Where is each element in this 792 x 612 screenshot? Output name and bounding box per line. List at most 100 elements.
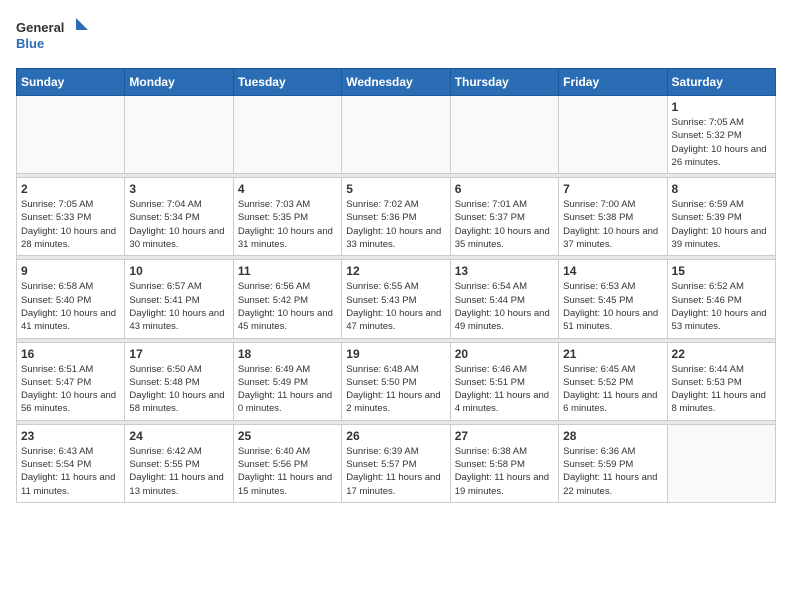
day-info: Sunrise: 7:05 AM Sunset: 5:33 PM Dayligh…	[21, 198, 120, 251]
day-header-sunday: Sunday	[17, 69, 125, 96]
day-number: 25	[238, 429, 337, 443]
day-info: Sunrise: 6:49 AM Sunset: 5:49 PM Dayligh…	[238, 363, 337, 416]
calendar-day	[342, 96, 450, 174]
calendar-day: 14 Sunrise: 6:53 AM Sunset: 5:45 PM Dayli…	[559, 260, 667, 338]
day-number: 13	[455, 264, 554, 278]
calendar-day	[125, 96, 233, 174]
page-header: General Blue	[16, 16, 776, 56]
day-header-wednesday: Wednesday	[342, 69, 450, 96]
calendar-day: 8 Sunrise: 6:59 AM Sunset: 5:39 PM Daylig…	[667, 178, 775, 256]
day-info: Sunrise: 6:48 AM Sunset: 5:50 PM Dayligh…	[346, 363, 445, 416]
day-info: Sunrise: 6:43 AM Sunset: 5:54 PM Dayligh…	[21, 445, 120, 498]
day-info: Sunrise: 7:02 AM Sunset: 5:36 PM Dayligh…	[346, 198, 445, 251]
calendar-day: 11 Sunrise: 6:56 AM Sunset: 5:42 PM Dayli…	[233, 260, 341, 338]
calendar-week-row: 9Sunrise: 6:58 AM Sunset: 5:40 PM Daylig…	[17, 260, 776, 338]
day-info: Sunrise: 6:39 AM Sunset: 5:57 PM Dayligh…	[346, 445, 445, 498]
calendar-day: 17 Sunrise: 6:50 AM Sunset: 5:48 PM Dayli…	[125, 342, 233, 420]
day-info: Sunrise: 6:55 AM Sunset: 5:43 PM Dayligh…	[346, 280, 445, 333]
day-info: Sunrise: 7:03 AM Sunset: 5:35 PM Dayligh…	[238, 198, 337, 251]
day-number: 7	[563, 182, 662, 196]
day-header-monday: Monday	[125, 69, 233, 96]
day-number: 1	[672, 100, 771, 114]
calendar-header-row: SundayMondayTuesdayWednesdayThursdayFrid…	[17, 69, 776, 96]
calendar-day: 26 Sunrise: 6:39 AM Sunset: 5:57 PM Dayli…	[342, 424, 450, 502]
calendar-day: 23 Sunrise: 6:43 AM Sunset: 5:54 PM Dayli…	[17, 424, 125, 502]
calendar-week-row: 2 Sunrise: 7:05 AM Sunset: 5:33 PM Daylig…	[17, 178, 776, 256]
svg-text:Blue: Blue	[16, 36, 44, 51]
logo-svg: General Blue	[16, 16, 96, 56]
calendar-day: 15 Sunrise: 6:52 AM Sunset: 5:46 PM Dayli…	[667, 260, 775, 338]
calendar-day: 4 Sunrise: 7:03 AM Sunset: 5:35 PM Daylig…	[233, 178, 341, 256]
day-info: Sunrise: 6:51 AM Sunset: 5:47 PM Dayligh…	[21, 363, 120, 416]
calendar-day: 13 Sunrise: 6:54 AM Sunset: 5:44 PM Dayli…	[450, 260, 558, 338]
day-header-friday: Friday	[559, 69, 667, 96]
calendar-day: 5 Sunrise: 7:02 AM Sunset: 5:36 PM Daylig…	[342, 178, 450, 256]
day-number: 2	[21, 182, 120, 196]
calendar-day	[233, 96, 341, 174]
day-number: 9	[21, 264, 120, 278]
day-number: 20	[455, 347, 554, 361]
day-info: Sunrise: 7:05 AM Sunset: 5:32 PM Dayligh…	[672, 116, 771, 169]
day-number: 15	[672, 264, 771, 278]
day-number: 4	[238, 182, 337, 196]
calendar-day: 7 Sunrise: 7:00 AM Sunset: 5:38 PM Daylig…	[559, 178, 667, 256]
calendar-day: 12 Sunrise: 6:55 AM Sunset: 5:43 PM Dayli…	[342, 260, 450, 338]
day-number: 5	[346, 182, 445, 196]
calendar-day: 18 Sunrise: 6:49 AM Sunset: 5:49 PM Dayli…	[233, 342, 341, 420]
day-info: Sunrise: 6:50 AM Sunset: 5:48 PM Dayligh…	[129, 363, 228, 416]
day-info: Sunrise: 6:53 AM Sunset: 5:45 PM Dayligh…	[563, 280, 662, 333]
day-number: 14	[563, 264, 662, 278]
day-number: 28	[563, 429, 662, 443]
calendar-day: 21 Sunrise: 6:45 AM Sunset: 5:52 PM Dayli…	[559, 342, 667, 420]
day-info: Sunrise: 6:59 AM Sunset: 5:39 PM Dayligh…	[672, 198, 771, 251]
day-number: 12	[346, 264, 445, 278]
calendar-day: 27 Sunrise: 6:38 AM Sunset: 5:58 PM Dayli…	[450, 424, 558, 502]
day-number: 22	[672, 347, 771, 361]
calendar-day: 6 Sunrise: 7:01 AM Sunset: 5:37 PM Daylig…	[450, 178, 558, 256]
calendar-day	[559, 96, 667, 174]
day-info: Sunrise: 6:54 AM Sunset: 5:44 PM Dayligh…	[455, 280, 554, 333]
day-header-thursday: Thursday	[450, 69, 558, 96]
day-number: 17	[129, 347, 228, 361]
day-info: Sunrise: 6:40 AM Sunset: 5:56 PM Dayligh…	[238, 445, 337, 498]
calendar-day: 2 Sunrise: 7:05 AM Sunset: 5:33 PM Daylig…	[17, 178, 125, 256]
calendar-day: 16 Sunrise: 6:51 AM Sunset: 5:47 PM Dayli…	[17, 342, 125, 420]
day-number: 10	[129, 264, 228, 278]
day-header-tuesday: Tuesday	[233, 69, 341, 96]
day-number: 6	[455, 182, 554, 196]
day-number: 27	[455, 429, 554, 443]
day-info: Sunrise: 6:52 AM Sunset: 5:46 PM Dayligh…	[672, 280, 771, 333]
day-header-saturday: Saturday	[667, 69, 775, 96]
calendar-day	[667, 424, 775, 502]
day-info: Sunrise: 7:04 AM Sunset: 5:34 PM Dayligh…	[129, 198, 228, 251]
calendar-day: 9Sunrise: 6:58 AM Sunset: 5:40 PM Daylig…	[17, 260, 125, 338]
day-number: 11	[238, 264, 337, 278]
logo: General Blue	[16, 16, 96, 56]
day-number: 16	[21, 347, 120, 361]
day-number: 23	[21, 429, 120, 443]
calendar-day	[17, 96, 125, 174]
calendar-table: SundayMondayTuesdayWednesdayThursdayFrid…	[16, 68, 776, 503]
calendar-day: 28 Sunrise: 6:36 AM Sunset: 5:59 PM Dayli…	[559, 424, 667, 502]
day-number: 18	[238, 347, 337, 361]
day-number: 21	[563, 347, 662, 361]
calendar-day: 19Sunrise: 6:48 AM Sunset: 5:50 PM Dayli…	[342, 342, 450, 420]
svg-text:General: General	[16, 20, 64, 35]
calendar-week-row: 23 Sunrise: 6:43 AM Sunset: 5:54 PM Dayli…	[17, 424, 776, 502]
day-info: Sunrise: 7:01 AM Sunset: 5:37 PM Dayligh…	[455, 198, 554, 251]
day-number: 24	[129, 429, 228, 443]
day-info: Sunrise: 7:00 AM Sunset: 5:38 PM Dayligh…	[563, 198, 662, 251]
day-info: Sunrise: 6:56 AM Sunset: 5:42 PM Dayligh…	[238, 280, 337, 333]
day-info: Sunrise: 6:42 AM Sunset: 5:55 PM Dayligh…	[129, 445, 228, 498]
day-number: 8	[672, 182, 771, 196]
day-number: 3	[129, 182, 228, 196]
day-info: Sunrise: 6:44 AM Sunset: 5:53 PM Dayligh…	[672, 363, 771, 416]
calendar-week-row: 1 Sunrise: 7:05 AM Sunset: 5:32 PM Daylig…	[17, 96, 776, 174]
calendar-day: 24 Sunrise: 6:42 AM Sunset: 5:55 PM Dayli…	[125, 424, 233, 502]
day-info: Sunrise: 6:38 AM Sunset: 5:58 PM Dayligh…	[455, 445, 554, 498]
calendar-day: 10Sunrise: 6:57 AM Sunset: 5:41 PM Dayli…	[125, 260, 233, 338]
calendar-day: 1 Sunrise: 7:05 AM Sunset: 5:32 PM Daylig…	[667, 96, 775, 174]
day-number: 26	[346, 429, 445, 443]
day-info: Sunrise: 6:45 AM Sunset: 5:52 PM Dayligh…	[563, 363, 662, 416]
day-info: Sunrise: 6:36 AM Sunset: 5:59 PM Dayligh…	[563, 445, 662, 498]
